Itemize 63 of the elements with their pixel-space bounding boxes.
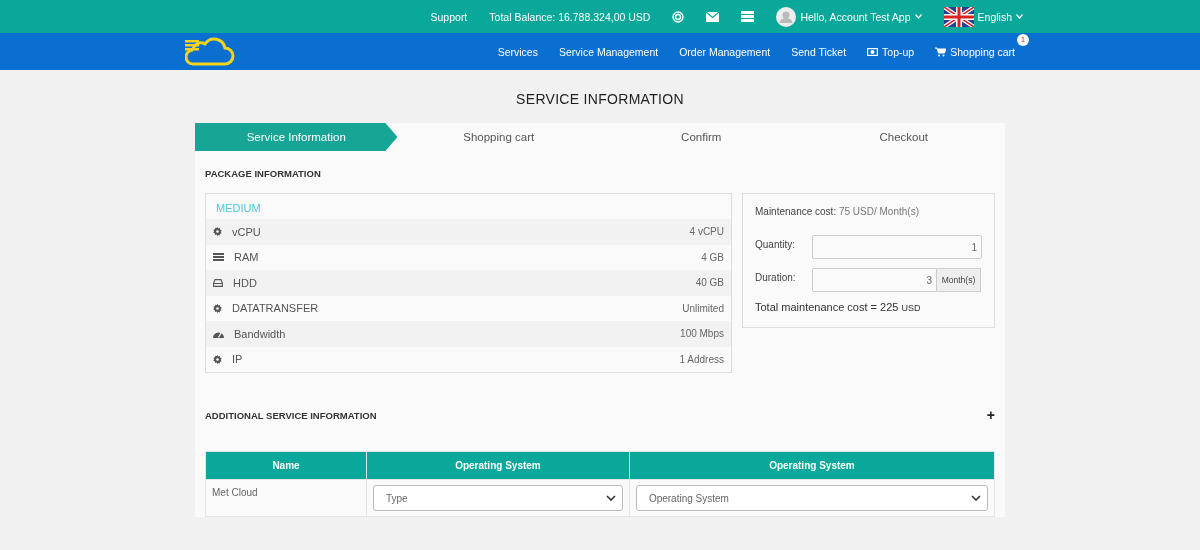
step-tab[interactable]: Shopping cart bbox=[397, 123, 600, 151]
column-header: Operating System bbox=[366, 451, 630, 480]
server-icon[interactable] bbox=[741, 11, 755, 22]
spec-value: 1 Address bbox=[679, 353, 724, 365]
gear-icon bbox=[213, 227, 222, 237]
column-header: Name bbox=[205, 451, 367, 480]
spec-label: vCPU bbox=[232, 225, 262, 238]
spec-label: DATATRANSFER bbox=[232, 302, 320, 315]
nav-link[interactable]: Service Management bbox=[558, 45, 659, 58]
maintenance-label: Maintenance cost: bbox=[755, 206, 837, 217]
gear-icon bbox=[213, 354, 222, 364]
chevron-down-icon bbox=[605, 495, 616, 501]
spec-label: IP bbox=[232, 353, 244, 366]
total-balance: Total Balance: 16.788.324,00 USD bbox=[489, 10, 651, 23]
section-heading: PACKAGE INFORMATION bbox=[204, 167, 322, 181]
nav-link[interactable]: Send Ticket bbox=[791, 45, 847, 58]
select-field[interactable]: Operating System bbox=[635, 485, 988, 511]
quantity-label: Quantity: bbox=[755, 238, 797, 250]
maintenance-value: 75 USD/ Month(s) bbox=[838, 206, 919, 217]
language-menu[interactable]: English bbox=[977, 10, 1012, 23]
expand-toggle[interactable]: + bbox=[986, 407, 995, 423]
nav-link[interactable]: Services bbox=[497, 45, 538, 58]
spec-value: Unlimited bbox=[682, 302, 724, 314]
step-tab[interactable]: Checkout bbox=[802, 123, 1005, 151]
step-tab[interactable]: Service Information bbox=[195, 123, 398, 151]
user-menu[interactable]: Hello, Account Test App bbox=[800, 10, 911, 23]
step-tab[interactable]: Confirm bbox=[600, 123, 803, 151]
banknote-icon bbox=[867, 47, 879, 56]
spec-label: Bandwidth bbox=[234, 327, 287, 340]
page-title: SERVICE INFORMATION bbox=[515, 90, 685, 109]
duration-field[interactable]: 3 bbox=[812, 268, 937, 292]
spec-label: HDD bbox=[233, 276, 258, 289]
spec-label: RAM bbox=[234, 251, 260, 264]
hard-drive-icon bbox=[213, 278, 223, 287]
package-name: MEDIUM bbox=[215, 201, 262, 216]
gear-icon bbox=[213, 303, 222, 313]
duration-label: Duration: bbox=[755, 271, 797, 283]
avatar-icon[interactable] bbox=[776, 6, 797, 27]
cloud-logo[interactable] bbox=[185, 36, 235, 67]
mail-icon[interactable] bbox=[706, 11, 720, 22]
total-cost: Total maintenance cost = 225 bbox=[755, 301, 899, 313]
chevron-down-icon bbox=[1016, 14, 1023, 19]
flag-icon[interactable] bbox=[943, 6, 974, 27]
support-link[interactable]: Support bbox=[430, 10, 468, 23]
spec-value: 40 GB bbox=[695, 277, 724, 289]
chevron-down-icon bbox=[914, 14, 922, 19]
target-icon[interactable] bbox=[672, 10, 685, 23]
currency-label: USD bbox=[901, 303, 921, 313]
memory-icon bbox=[213, 253, 224, 262]
column-header: Operating System bbox=[629, 451, 995, 480]
quantity-field[interactable]: 1 bbox=[812, 235, 982, 259]
select-field[interactable]: Type bbox=[373, 485, 623, 511]
cart-icon bbox=[935, 46, 947, 57]
nav-link[interactable]: Top-up bbox=[867, 45, 915, 58]
chevron-down-icon bbox=[971, 495, 981, 501]
spec-value: 4 vCPU bbox=[689, 226, 724, 238]
nav-link[interactable]: Order Management bbox=[679, 45, 771, 58]
spec-value: 100 Mbps bbox=[680, 328, 724, 340]
table-cell: Met Cloud bbox=[205, 479, 367, 517]
spec-value: 4 GB bbox=[701, 251, 724, 263]
cart-count-badge: 1 bbox=[1017, 33, 1029, 46]
unit-addon: Month(s) bbox=[937, 268, 981, 292]
section-heading: ADDITIONAL SERVICE INFORMATION bbox=[205, 409, 377, 421]
